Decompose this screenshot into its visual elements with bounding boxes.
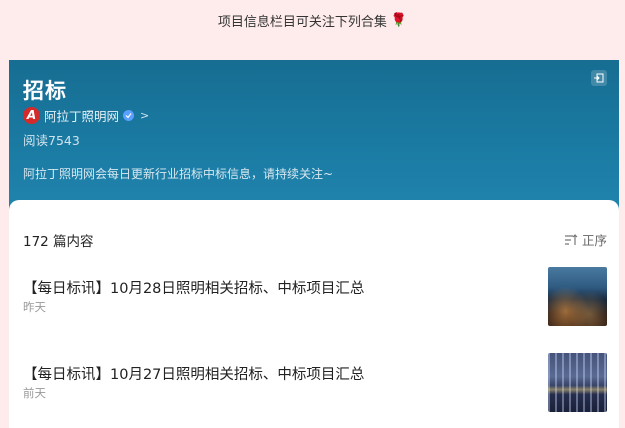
list-item[interactable]: 【每日标讯】10月27日照明相关招标、中标项目汇总 前天 [23,353,607,413]
article-count: 172 篇内容 [23,234,94,250]
list-item[interactable]: 【每日标讯】10月28日照明相关招标、中标项目汇总 昨天 [23,267,607,327]
article-date: 昨天 [23,300,46,314]
account-name[interactable]: 阿拉丁照明网 [44,106,119,125]
read-count: 阅读7543 [23,133,80,148]
article-date: 前天 [23,386,46,400]
sort-icon [564,233,578,245]
collection-header: 招标 A 阿拉丁照明网 > 阅读7543 阿拉丁照明网会每日更新行业招标中标信息… [9,60,619,210]
article-title[interactable]: 【每日标讯】10月28日照明相关招标、中标项目汇总 [23,277,364,298]
sort-button[interactable]: 正序 [564,230,607,249]
sort-label: 正序 [581,233,607,248]
collection-title: 招标 [23,79,67,103]
verified-icon [123,109,135,121]
account-logo: A [23,106,40,124]
collection-description: 阿拉丁照明网会每日更新行业招标中标信息，请持续关注~ [23,167,334,181]
exit-button[interactable] [591,70,607,86]
article-thumbnail[interactable] [548,353,607,412]
chevron-right-icon[interactable]: > [140,109,149,122]
exit-icon [594,73,604,83]
rose-icon: 🌹 [390,12,408,28]
collection-note-text: 项目信息栏目可关注下列合集 [217,14,387,30]
collection-note: 项目信息栏目可关注下列合集 🌹 [0,0,625,40]
article-list: 172 篇内容 正序 【每日标讯】10月28日照明相关招标、中标项目汇总 昨天 … [9,200,619,428]
account-link[interactable]: A 阿拉丁照明网 > [23,106,149,124]
article-thumbnail[interactable] [548,267,607,326]
article-title[interactable]: 【每日标讯】10月27日照明相关招标、中标项目汇总 [23,363,364,384]
